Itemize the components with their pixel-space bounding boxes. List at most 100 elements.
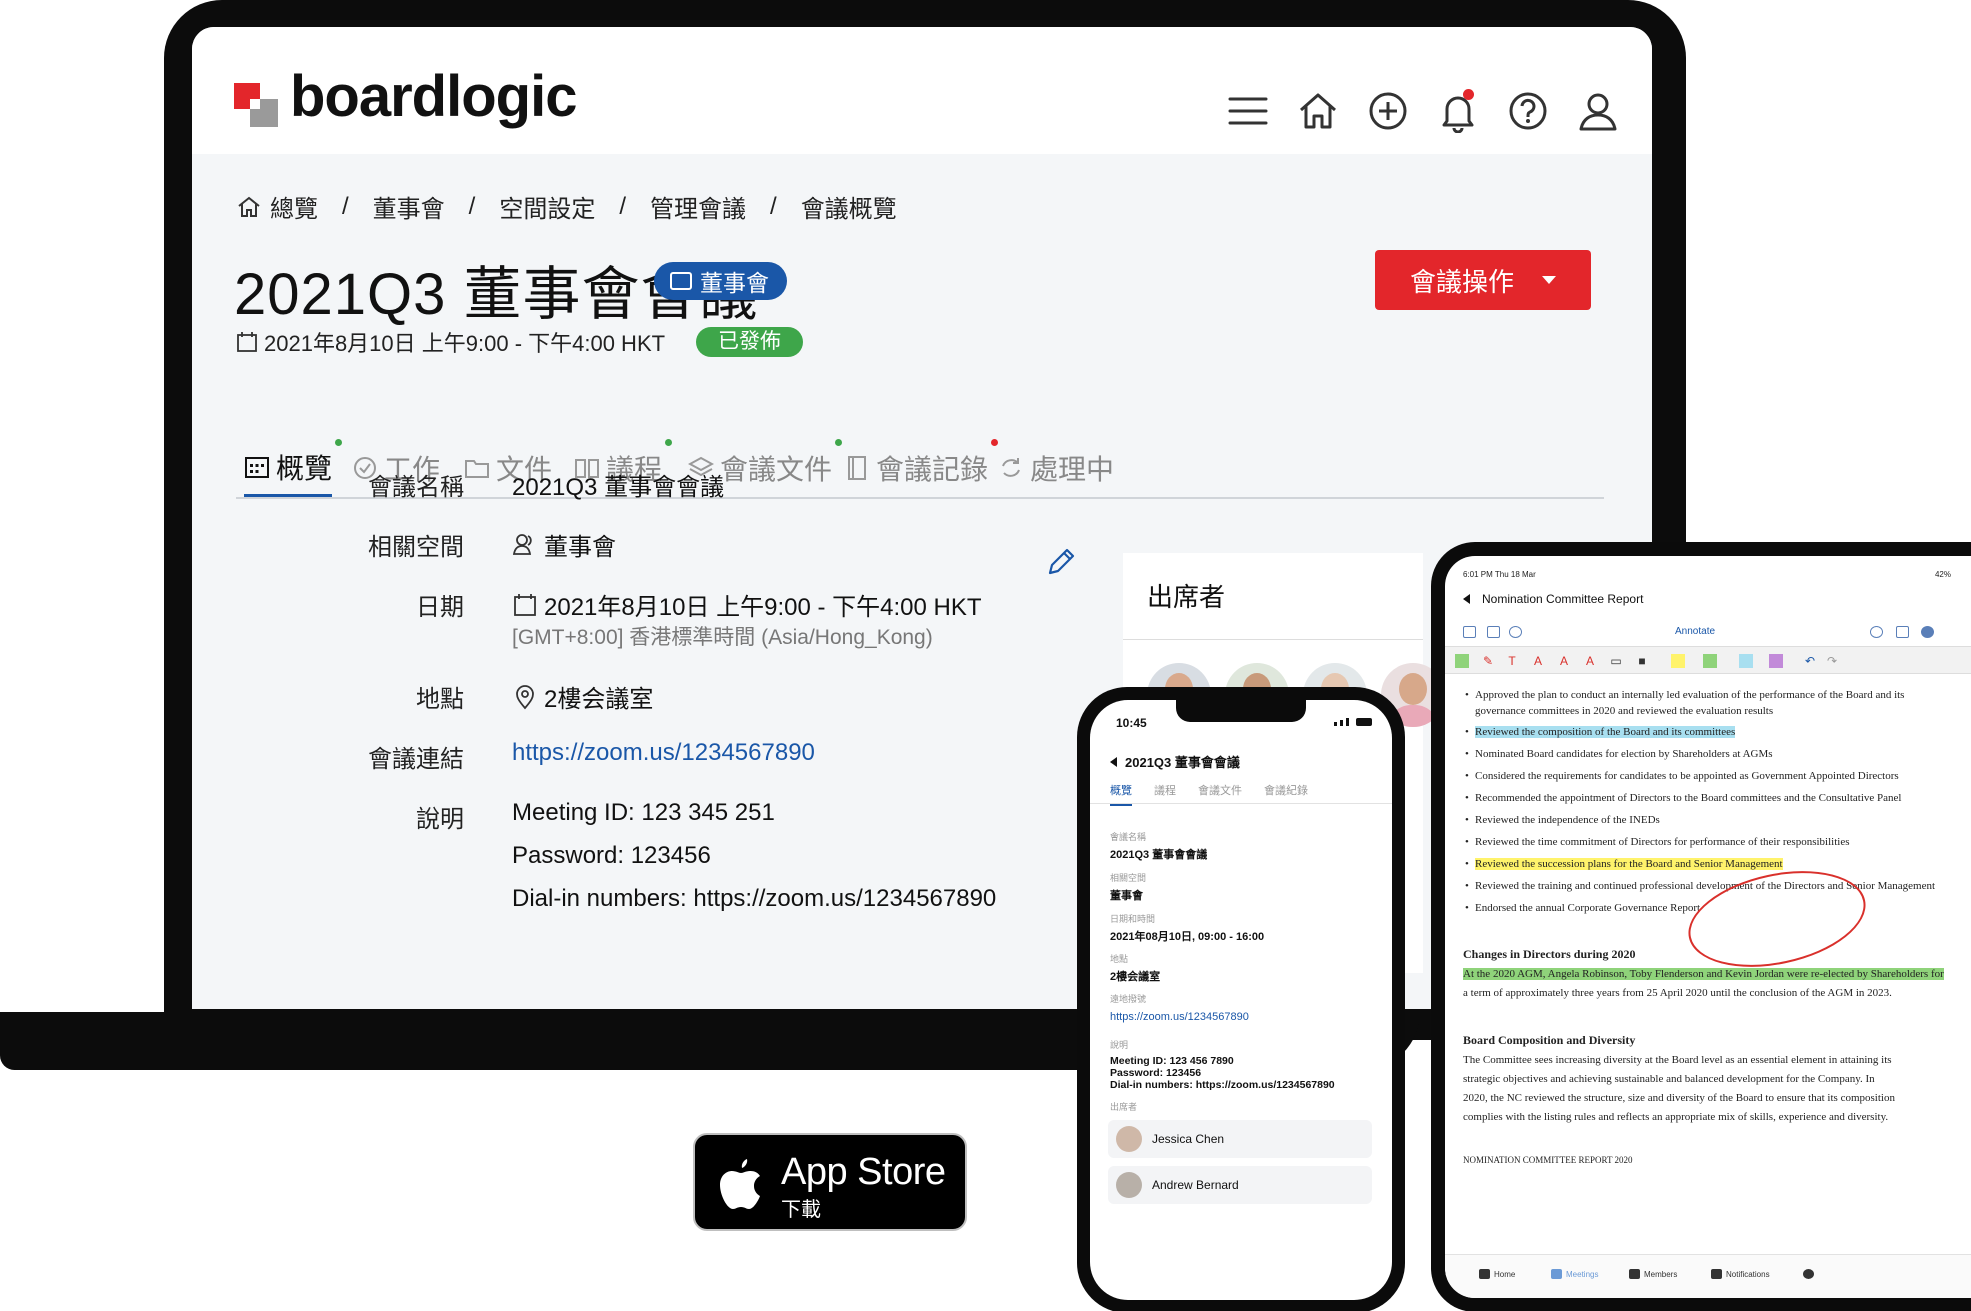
nav-profile[interactable] bbox=[1803, 1269, 1814, 1279]
meeting-actions-button[interactable]: 會議操作 bbox=[1375, 250, 1591, 310]
green-highlighter-icon[interactable] bbox=[1703, 654, 1717, 668]
breadcrumb-item-overview[interactable]: 總覽 bbox=[270, 189, 318, 224]
add-circle-icon[interactable] bbox=[1366, 89, 1410, 133]
detail-space-value-wrap: 董事會 bbox=[512, 527, 616, 562]
boardlogic-logo[interactable]: boardlogic bbox=[234, 65, 577, 129]
highlighter-tool-icon[interactable] bbox=[1455, 654, 1469, 668]
phone-attendees-heading: 出席者 bbox=[1110, 1100, 1137, 1113]
squiggly-tool-icon[interactable]: A bbox=[1557, 654, 1571, 668]
tab-overview[interactable]: 概覽 bbox=[244, 439, 343, 497]
doc-bullet: Recommended the appointment of Directors… bbox=[1463, 787, 1971, 809]
detail-location-value: 2樓会議室 bbox=[544, 686, 654, 713]
underline-tool-icon[interactable]: A bbox=[1531, 654, 1545, 668]
text-tool-icon[interactable]: T bbox=[1505, 654, 1519, 668]
status-badge: 已發佈 bbox=[696, 327, 803, 357]
tab-processing[interactable]: 處理中 bbox=[998, 439, 1114, 497]
detail-location-value-wrap: 2樓会議室 bbox=[512, 679, 653, 714]
phone-dialin-link[interactable]: https://zoom.us/1234567890 bbox=[1110, 1010, 1249, 1024]
eye-icon[interactable] bbox=[1509, 626, 1522, 638]
calendar-icon bbox=[1551, 1269, 1562, 1279]
nav-home[interactable]: Home bbox=[1479, 1269, 1515, 1279]
tab-minutes[interactable]: 會議記錄 bbox=[844, 439, 999, 497]
annotate-menu[interactable]: Annotate bbox=[1675, 626, 1715, 637]
detail-date-label: 日期 bbox=[416, 594, 464, 621]
detail-space-value[interactable]: 董事會 bbox=[544, 527, 616, 562]
chevron-down-icon bbox=[1542, 276, 1556, 284]
doc-paragraph-line: complies with the listing rules and refl… bbox=[1463, 1111, 1889, 1123]
phone-field-space: 相關空間 董事會 bbox=[1110, 871, 1146, 903]
document-icon[interactable] bbox=[1896, 626, 1909, 638]
breadcrumb-home-icon[interactable] bbox=[236, 194, 262, 220]
doc-bullet: Nominated Board candidates for election … bbox=[1463, 743, 1971, 765]
purple-highlighter-icon[interactable] bbox=[1769, 654, 1783, 668]
undo-icon[interactable]: ↶ bbox=[1803, 654, 1817, 668]
app-store-badge[interactable]: App Store 下載 bbox=[693, 1133, 967, 1231]
doc-paragraph-line: a term of approximately three years from… bbox=[1463, 987, 1892, 999]
comment-tool-icon[interactable]: ▭ bbox=[1609, 654, 1623, 668]
meeting-link[interactable]: https://zoom.us/1234567890 bbox=[512, 739, 815, 767]
detail-date-value-wrap: 2021年8月10日 上午9:00 - 下午4:00 HKT bbox=[512, 587, 982, 622]
back-arrow-icon[interactable] bbox=[1110, 756, 1117, 767]
space-badge[interactable]: 董事會 bbox=[654, 262, 787, 300]
back-arrow-icon[interactable] bbox=[1463, 594, 1470, 604]
logo-text: boardlogic bbox=[290, 64, 577, 129]
pen-tool-icon[interactable]: ✎ bbox=[1481, 654, 1495, 668]
tab-minutes-label: 會議記錄 bbox=[876, 454, 989, 485]
detail-name-label: 會議名稱 bbox=[368, 474, 464, 501]
doc-paragraph-line: strategic objectives and achieving susta… bbox=[1463, 1073, 1875, 1085]
grid-icon[interactable] bbox=[1487, 626, 1500, 638]
help-icon[interactable] bbox=[1506, 89, 1550, 133]
tablet-status-time: 6:01 PM Thu 18 Mar bbox=[1463, 570, 1536, 579]
detail-timezone: [GMT+8:00] 香港標準時間 (Asia/Hong_Kong) bbox=[512, 626, 933, 649]
breadcrumb-item-manage-meetings[interactable]: 管理會議 bbox=[650, 189, 746, 224]
phone-attendee-item[interactable]: Jessica Chen bbox=[1108, 1120, 1372, 1158]
redo-icon[interactable]: ↷ bbox=[1825, 654, 1839, 668]
nav-notifications[interactable]: Notifications bbox=[1711, 1269, 1770, 1279]
phone-field-value: 2樓会議室 bbox=[1110, 971, 1161, 983]
notification-dot bbox=[1463, 89, 1474, 100]
tablet-battery: 42% bbox=[1934, 570, 1951, 579]
tab-processing-label: 處理中 bbox=[1030, 454, 1115, 485]
blue-highlighter-icon[interactable] bbox=[1739, 654, 1753, 668]
detail-space-label: 相關空間 bbox=[368, 534, 464, 561]
meeting-datetime: 2021年8月10日 上午9:00 - 下午4:00 HKT bbox=[236, 326, 665, 358]
breadcrumb-item-board[interactable]: 董事會 bbox=[373, 189, 445, 224]
people-icon bbox=[512, 533, 532, 555]
annotation-toolbar: ✎ T A A A ▭ ■ ↶ ↷ bbox=[1445, 646, 1971, 674]
edit-pencil-icon[interactable] bbox=[1044, 545, 1078, 579]
breadcrumb-item-space-settings[interactable]: 空間設定 bbox=[499, 189, 595, 224]
tab-meeting-docs-dot bbox=[835, 439, 843, 446]
yellow-highlighter-icon[interactable] bbox=[1671, 654, 1685, 668]
sidebar-icon[interactable] bbox=[1463, 626, 1476, 638]
phone-field-value: 2021Q3 董事會會議 bbox=[1110, 849, 1208, 861]
phone-desc-line: Password: 123456 bbox=[1110, 1067, 1202, 1079]
meeting-datetime-text: 2021年8月10日 上午9:00 - 下午4:00 HKT bbox=[264, 331, 666, 356]
phone-field-datetime: 日期和時間 2021年08月10日, 09:00 - 16:00 bbox=[1110, 912, 1264, 944]
nav-members[interactable]: Members bbox=[1629, 1269, 1677, 1279]
strikeout-tool-icon[interactable]: A bbox=[1583, 654, 1597, 668]
tablet-screen: 6:01 PM Thu 18 Mar 42% Nomination Commit… bbox=[1445, 556, 1971, 1298]
header-icons bbox=[1226, 89, 1620, 134]
doc-bullet: Reviewed the independence of the INEDs bbox=[1463, 809, 1971, 831]
home-icon[interactable] bbox=[1296, 89, 1340, 133]
doc-paragraph-line: 2020, the NC reviewed the structure, siz… bbox=[1463, 1092, 1895, 1104]
phone-field-label: 說明 bbox=[1110, 1040, 1129, 1050]
detail-desc-label: 說明 bbox=[416, 806, 464, 833]
phone-attendee-item[interactable]: Andrew Bernard bbox=[1108, 1166, 1372, 1204]
briefcase-icon bbox=[670, 272, 692, 290]
phone-field-name: 會議名稱 2021Q3 董事會會議 bbox=[1110, 830, 1207, 862]
more-icon[interactable] bbox=[1921, 626, 1934, 638]
phone-field-value: 2021年08月10日, 09:00 - 16:00 bbox=[1110, 931, 1265, 943]
menu-icon[interactable] bbox=[1226, 89, 1270, 133]
attendees-divider bbox=[1123, 639, 1423, 640]
app-store-title: App Store bbox=[781, 1151, 946, 1193]
doc-bullet: Approved the plan to conduct an internal… bbox=[1463, 684, 1971, 706]
apple-logo-icon bbox=[720, 1159, 760, 1209]
note-tool-icon[interactable]: ■ bbox=[1635, 654, 1649, 668]
bell-icon[interactable] bbox=[1436, 89, 1480, 134]
avatar bbox=[1116, 1126, 1142, 1152]
tab-overview-label: 概覽 bbox=[276, 452, 333, 484]
search-icon[interactable] bbox=[1870, 626, 1883, 638]
nav-meetings[interactable]: Meetings bbox=[1551, 1269, 1598, 1279]
user-icon[interactable] bbox=[1576, 89, 1620, 133]
